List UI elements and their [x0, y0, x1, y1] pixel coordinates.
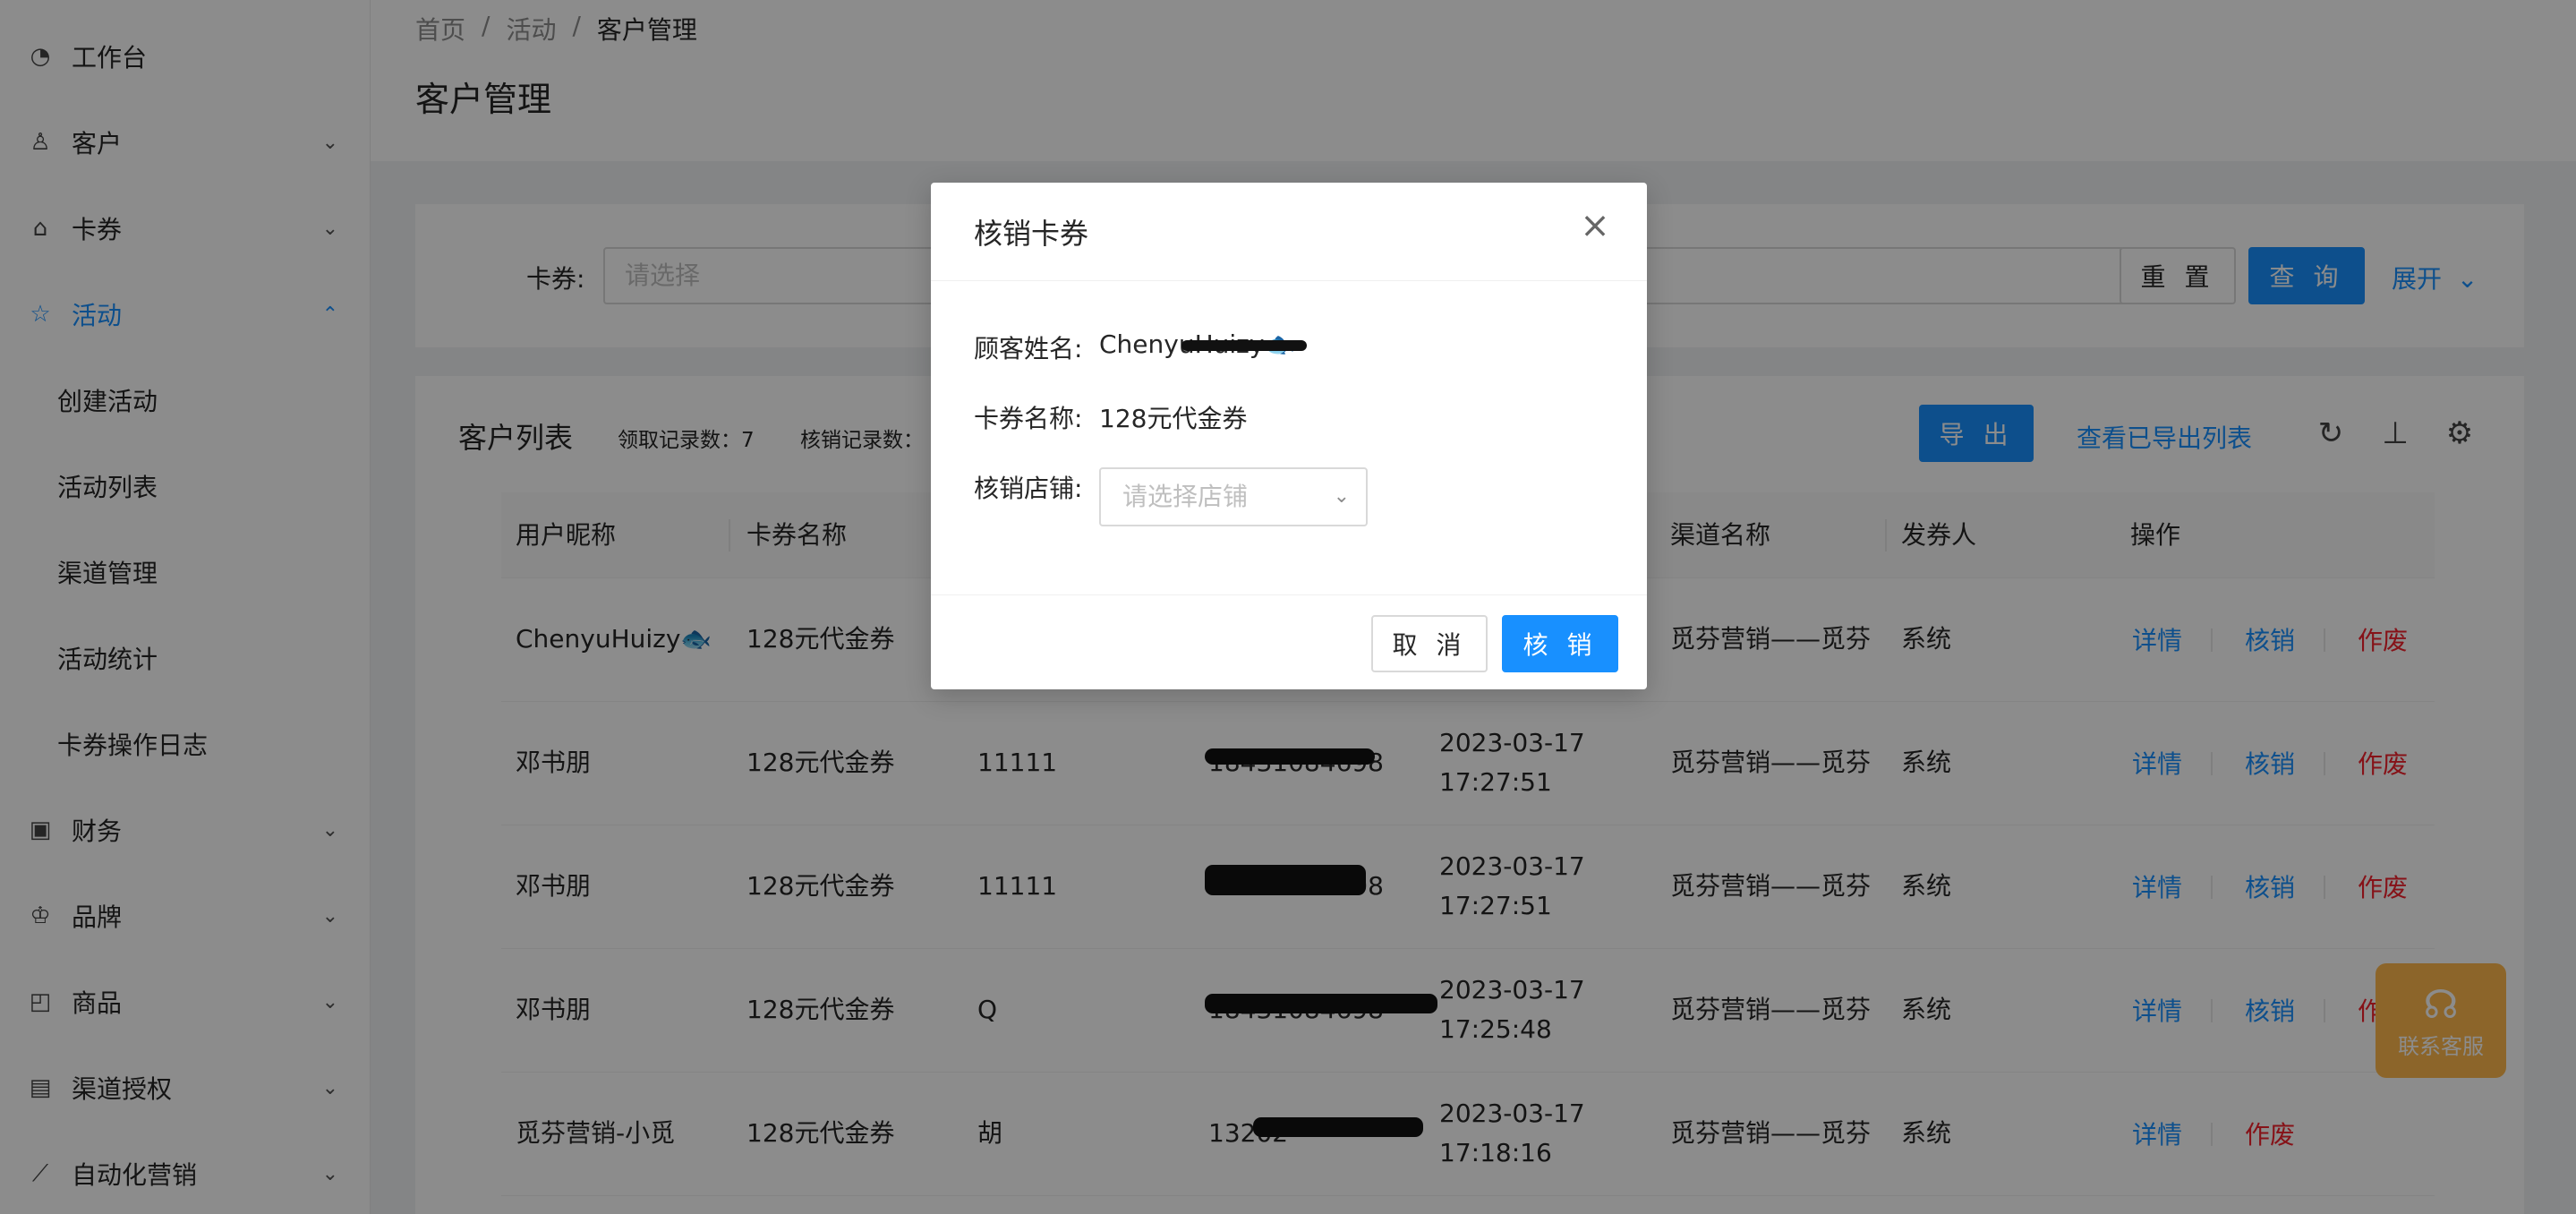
cancel-button[interactable]: 取 消 — [1371, 615, 1488, 672]
modal-title: 核销卡券 — [974, 217, 1089, 251]
store-label: 核销店铺: — [974, 474, 1083, 503]
store-select[interactable]: 请选择店铺 ⌄ — [1099, 467, 1368, 526]
redaction-mark — [1181, 340, 1307, 351]
customer-name-label: 顾客姓名: — [974, 334, 1083, 363]
close-icon[interactable]: × — [1577, 205, 1613, 246]
modal-header: 核销卡券 × — [931, 183, 1647, 281]
modal-footer: 取 消 核 销 — [931, 594, 1647, 689]
verify-coupon-modal: 核销卡券 × 顾客姓名: ChenyuHuizy🐟 卡券名称: 128元代金券 … — [931, 183, 1647, 689]
card-name-label: 卡券名称: — [974, 404, 1083, 433]
chevron-down-icon: ⌄ — [1333, 485, 1350, 508]
card-name-value: 128元代金券 — [1099, 404, 1248, 433]
verify-confirm-button[interactable]: 核 销 — [1502, 615, 1618, 672]
store-select-placeholder: 请选择店铺 — [1122, 482, 1249, 511]
